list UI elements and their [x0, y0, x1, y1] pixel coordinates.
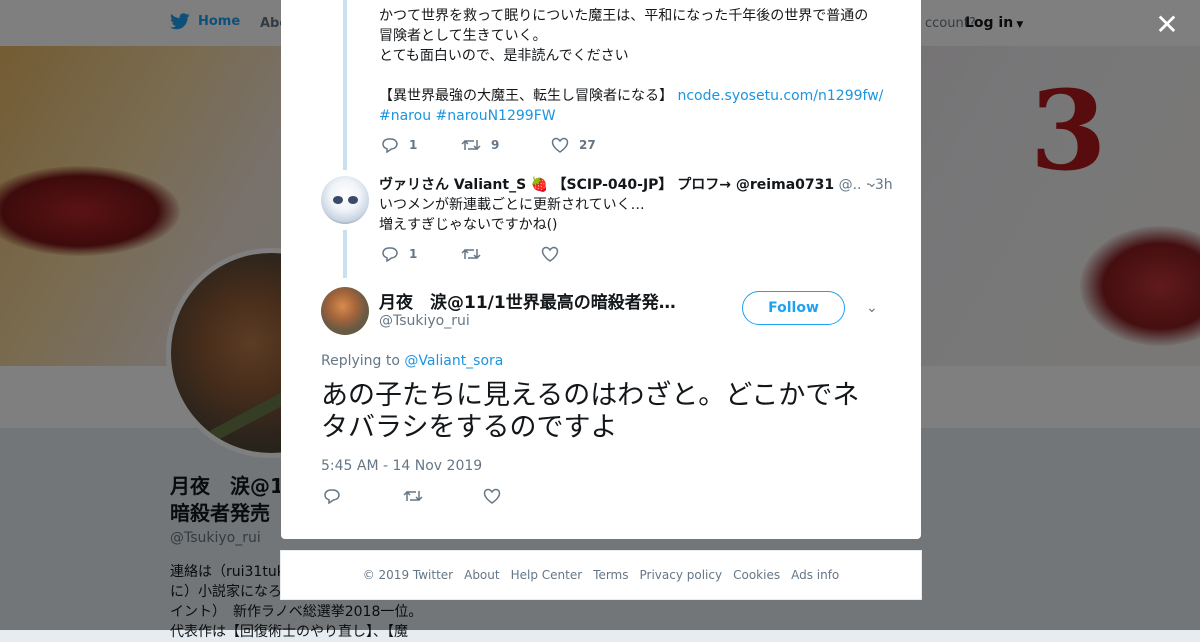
replying-to: Replying to @Valiant_sora: [321, 353, 503, 369]
tweet-link[interactable]: ncode.syosetu.com/n1299fw/: [677, 88, 883, 104]
main-tweet-actions: [323, 488, 501, 504]
like-count: 27: [579, 138, 596, 152]
main-tweet-text: あの子たちに見えるのはわざと。どこかでネタバラシをするのですよ: [321, 380, 860, 443]
display-name[interactable]: ヴァリさん Valiant_S: [379, 177, 526, 193]
chevron-down-icon[interactable]: ⌄: [866, 300, 878, 316]
footer-link-help-center[interactable]: Help Center: [511, 568, 583, 582]
tweet-timestamp[interactable]: 5:45 AM - 14 Nov 2019: [321, 458, 482, 474]
tweet-line: 増えすぎじゃないですかね(): [379, 217, 558, 233]
heart-icon: [541, 246, 559, 262]
replying-to-handle[interactable]: @Valiant_sora: [404, 353, 503, 369]
tweet-actions: 1: [381, 246, 559, 262]
replying-to-label: Replying to: [321, 353, 400, 369]
reply-icon: [324, 489, 340, 504]
reply-button[interactable]: 1: [381, 137, 461, 153]
close-icon[interactable]: ✕: [1154, 11, 1180, 39]
retweet-icon: [403, 490, 423, 502]
tweet-line: とても面白いので、是非読んでください: [379, 48, 629, 64]
like-button[interactable]: 27: [551, 137, 596, 153]
like-button[interactable]: [483, 488, 501, 504]
reply-count: 1: [409, 247, 418, 261]
heart-icon: [551, 137, 569, 153]
reply-icon: [382, 247, 398, 262]
author-avatar[interactable]: [321, 287, 369, 335]
footer-link-about[interactable]: About: [464, 568, 499, 582]
tweet-hashtags[interactable]: #narou #narouN1299FW: [379, 106, 556, 126]
retweet-button[interactable]: 9: [461, 137, 551, 153]
retweet-icon: [461, 248, 481, 260]
reply-icon: [382, 138, 398, 153]
tweet-line: いつメンが新連載ごとに更新されていく…: [379, 197, 645, 213]
author-handle[interactable]: @Tsukiyo_rui: [379, 313, 470, 329]
footer-link-cookies[interactable]: Cookies: [733, 568, 780, 582]
thread-line: [343, 0, 347, 170]
follow-button[interactable]: Follow: [742, 291, 845, 325]
retweet-count: 9: [491, 138, 500, 152]
thread-line: [343, 230, 347, 278]
retweet-button[interactable]: [403, 488, 483, 504]
retweet-icon: [461, 139, 481, 151]
like-button[interactable]: [541, 246, 559, 262]
copyright: © 2019 Twitter: [362, 568, 454, 582]
heart-icon: [483, 488, 501, 504]
display-name-suffix: 【SCIP-040-JP】 プロフ→ @reima0731: [552, 177, 835, 193]
reply-button[interactable]: [323, 488, 403, 504]
reply-count: 1: [409, 138, 418, 152]
footer-link-ads-info[interactable]: Ads info: [791, 568, 839, 582]
tweet-line: 冒険者として生きていく。: [379, 28, 547, 44]
book-title: 【異世界最強の大魔王、転生し冒険者になる】: [379, 88, 673, 104]
author-name[interactable]: 月夜 涙@11/1世界最高の暗殺者発…: [379, 288, 676, 313]
user-avatar[interactable]: [321, 176, 369, 224]
retweet-button[interactable]: [461, 246, 541, 262]
tweet-line: かつて世界を救って眠りについた魔王は、平和になった千年後の世界で普通の: [379, 8, 869, 24]
strawberry-emoji: 🍓: [530, 177, 549, 193]
reply-button[interactable]: 1: [381, 246, 461, 262]
tweet-modal: かつて世界を救って眠りについた魔王は、平和になった千年後の世界で普通の 冒険者と…: [281, 0, 921, 539]
modal-footer: © 2019 Twitter About Help Center Terms P…: [280, 550, 922, 600]
footer-link-terms[interactable]: Terms: [593, 568, 628, 582]
tweet-actions: 1 9 27: [381, 137, 596, 153]
footer-link-privacy[interactable]: Privacy policy: [640, 568, 723, 582]
tweet-line: 【異世界最強の大魔王、転生し冒険者になる】 ncode.syosetu.com/…: [379, 86, 883, 106]
tweet-header: ヴァリさん Valiant_S 🍓 【SCIP-040-JP】 プロフ→ @re…: [379, 174, 893, 194]
chevron-down-icon[interactable]: ⌄: [866, 175, 878, 191]
